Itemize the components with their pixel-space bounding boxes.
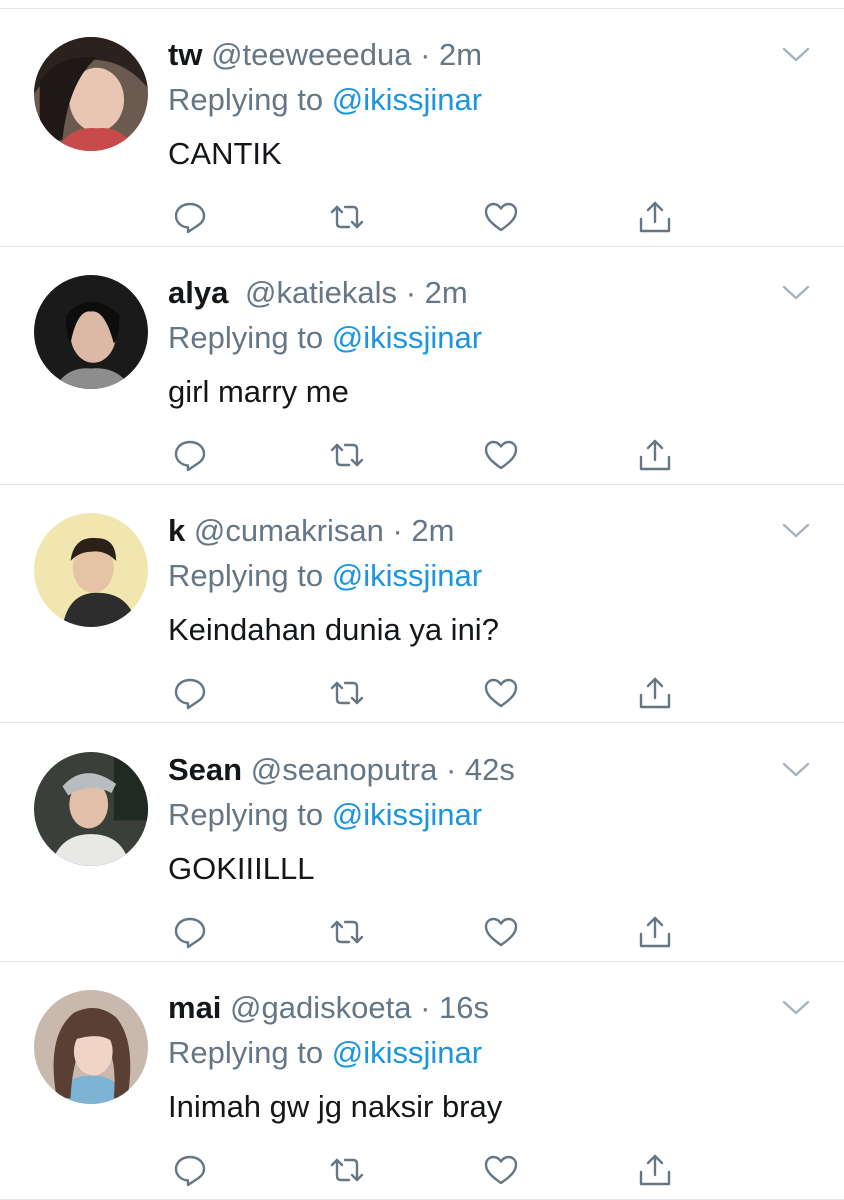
replying-to: Replying to @ikissjinar [168, 1034, 482, 1072]
replying-to: Replying to @ikissjinar [168, 319, 482, 357]
tweet-reply[interactable]: alya @katiekals · 2m Replying to @ikissj… [0, 247, 844, 485]
share-icon[interactable] [637, 199, 673, 235]
display-name[interactable]: k [168, 513, 185, 548]
tweet-text: Inimah gw jg naksir bray [168, 1089, 503, 1124]
retweet-icon[interactable] [329, 437, 365, 473]
timestamp[interactable]: 42s [465, 752, 515, 787]
mention-link[interactable]: @ikissjinar [332, 797, 482, 832]
timestamp[interactable]: 2m [439, 37, 482, 72]
display-name[interactable]: Sean [168, 752, 242, 787]
tweet-text: Keindahan dunia ya ini? [168, 612, 499, 647]
reply-icon[interactable] [172, 914, 208, 950]
display-name[interactable]: tw [168, 37, 202, 72]
like-icon[interactable] [483, 1152, 519, 1188]
like-icon[interactable] [483, 914, 519, 950]
handle[interactable]: @seanoputra [251, 752, 438, 787]
separator-dot: · [392, 513, 403, 548]
top-divider [0, 0, 844, 9]
share-icon[interactable] [637, 437, 673, 473]
reply-icon[interactable] [172, 199, 208, 235]
replying-to-label: Replying to [168, 82, 324, 117]
avatar[interactable] [34, 513, 148, 627]
tweet-reply[interactable]: Sean @seanoputra · 42s Replying to @ikis… [0, 724, 844, 962]
chevron-down-icon[interactable] [781, 998, 811, 1018]
retweet-icon[interactable] [329, 675, 365, 711]
handle[interactable]: @cumakrisan [194, 513, 384, 548]
chevron-down-icon[interactable] [781, 521, 811, 541]
mention-link[interactable]: @ikissjinar [332, 1035, 482, 1070]
timestamp[interactable]: 2m [411, 513, 454, 548]
separator-dot: · [445, 752, 457, 787]
replying-to-label: Replying to [168, 558, 324, 593]
timestamp[interactable]: 2m [425, 275, 468, 310]
tweet-text: girl marry me [168, 374, 349, 409]
avatar[interactable] [34, 990, 148, 1104]
mention-link[interactable]: @ikissjinar [332, 558, 482, 593]
share-icon[interactable] [637, 1152, 673, 1188]
separator-dot: · [420, 37, 431, 72]
retweet-icon[interactable] [329, 1152, 365, 1188]
replying-to: Replying to @ikissjinar [168, 81, 482, 119]
mention-link[interactable]: @ikissjinar [332, 82, 482, 117]
retweet-icon[interactable] [329, 199, 365, 235]
chevron-down-icon[interactable] [781, 45, 811, 65]
avatar[interactable] [34, 752, 148, 866]
like-icon[interactable] [483, 437, 519, 473]
replying-to-label: Replying to [168, 320, 324, 355]
replying-to: Replying to @ikissjinar [168, 557, 482, 595]
tweet-reply[interactable]: mai @gadiskoeta · 16s Replying to @ikiss… [0, 962, 844, 1200]
share-icon[interactable] [637, 675, 673, 711]
tweet-header: tw @teeweeedua · 2m [168, 36, 482, 74]
tweet-text: CANTIK [168, 136, 282, 171]
avatar[interactable] [34, 37, 148, 151]
replying-to-label: Replying to [168, 1035, 324, 1070]
chevron-down-icon[interactable] [781, 283, 811, 303]
tweet-header: mai @gadiskoeta · 16s [168, 989, 489, 1027]
tweet-header: alya @katiekals · 2m [168, 274, 468, 312]
display-name[interactable]: mai [168, 990, 221, 1025]
handle[interactable]: @teeweeedua [211, 37, 411, 72]
tweet-header: k @cumakrisan · 2m [168, 512, 455, 550]
tweet-reply[interactable]: tw @teeweeedua · 2m Replying to @ikissji… [0, 9, 844, 247]
separator-dot: · [420, 990, 431, 1025]
handle[interactable]: @katiekals [245, 275, 397, 310]
reply-icon[interactable] [172, 675, 208, 711]
replying-to: Replying to @ikissjinar [168, 796, 482, 834]
like-icon[interactable] [483, 675, 519, 711]
replying-to-label: Replying to [168, 797, 324, 832]
tweet-header: Sean @seanoputra · 42s [168, 751, 515, 789]
timestamp[interactable]: 16s [439, 990, 489, 1025]
handle[interactable]: @gadiskoeta [230, 990, 411, 1025]
tweet-text: GOKIIILLL [168, 851, 315, 886]
chevron-down-icon[interactable] [781, 760, 811, 780]
share-icon[interactable] [637, 914, 673, 950]
separator-dot: · [405, 275, 417, 310]
reply-icon[interactable] [172, 1152, 208, 1188]
display-name[interactable]: alya [168, 275, 228, 310]
tweet-reply[interactable]: k @cumakrisan · 2m Replying to @ikissjin… [0, 485, 844, 723]
mention-link[interactable]: @ikissjinar [332, 320, 482, 355]
avatar[interactable] [34, 275, 148, 389]
retweet-icon[interactable] [329, 914, 365, 950]
like-icon[interactable] [483, 199, 519, 235]
reply-icon[interactable] [172, 437, 208, 473]
